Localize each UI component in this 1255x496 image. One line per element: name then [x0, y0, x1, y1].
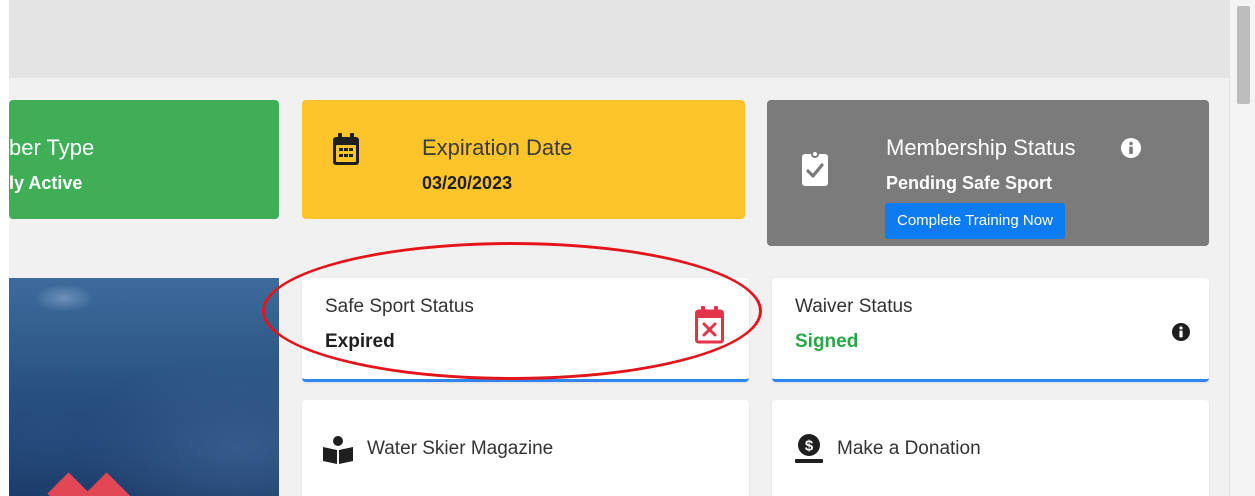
top-header-bar — [0, 0, 1255, 78]
make-donation-label: Make a Donation — [837, 438, 981, 459]
vertical-scrollbar[interactable] — [1229, 0, 1255, 496]
member-type-value: ly Active — [9, 173, 83, 193]
hero-red-shape — [85, 472, 131, 496]
waiver-status-card[interactable]: Waiver Status Signed — [772, 278, 1209, 382]
calendar-x-icon — [695, 306, 724, 344]
membership-status-tile: Membership Status Pending Safe Sport Com… — [767, 100, 1209, 246]
membership-status-label: Membership Status — [886, 135, 1076, 160]
member-type-label: ber Type — [9, 135, 95, 160]
donate-icon: $ — [794, 433, 824, 465]
clipboard-check-icon — [802, 150, 828, 186]
left-edge — [0, 0, 9, 496]
svg-text:$: $ — [805, 438, 814, 455]
info-icon[interactable] — [1121, 138, 1141, 158]
membership-status-value: Pending Safe Sport — [886, 173, 1053, 193]
scrollbar-thumb[interactable] — [1237, 6, 1250, 104]
expiration-date-value: 03/20/2023 — [422, 173, 513, 193]
info-icon[interactable] — [1172, 323, 1190, 341]
safe-sport-status-card[interactable]: Safe Sport Status Expired — [302, 278, 749, 382]
member-type-tile: ber Type ly Active — [9, 100, 279, 219]
waiver-status-value: Signed — [795, 331, 859, 352]
calendar-icon — [332, 133, 360, 167]
waiver-status-label: Waiver Status — [795, 296, 913, 317]
expiration-date-tile: Expiration Date 03/20/2023 — [302, 100, 745, 219]
hero-water-image — [9, 278, 279, 496]
complete-training-button[interactable]: Complete Training Now — [885, 203, 1065, 239]
make-donation-card[interactable]: $ Make a Donation — [772, 400, 1209, 496]
reader-icon — [321, 436, 355, 464]
safe-sport-status-value: Expired — [325, 331, 395, 352]
expiration-date-label: Expiration Date — [422, 135, 573, 160]
safe-sport-status-label: Safe Sport Status — [325, 296, 474, 317]
water-skier-magazine-label: Water Skier Magazine — [367, 438, 554, 459]
water-skier-magazine-card[interactable]: Water Skier Magazine — [302, 400, 749, 496]
